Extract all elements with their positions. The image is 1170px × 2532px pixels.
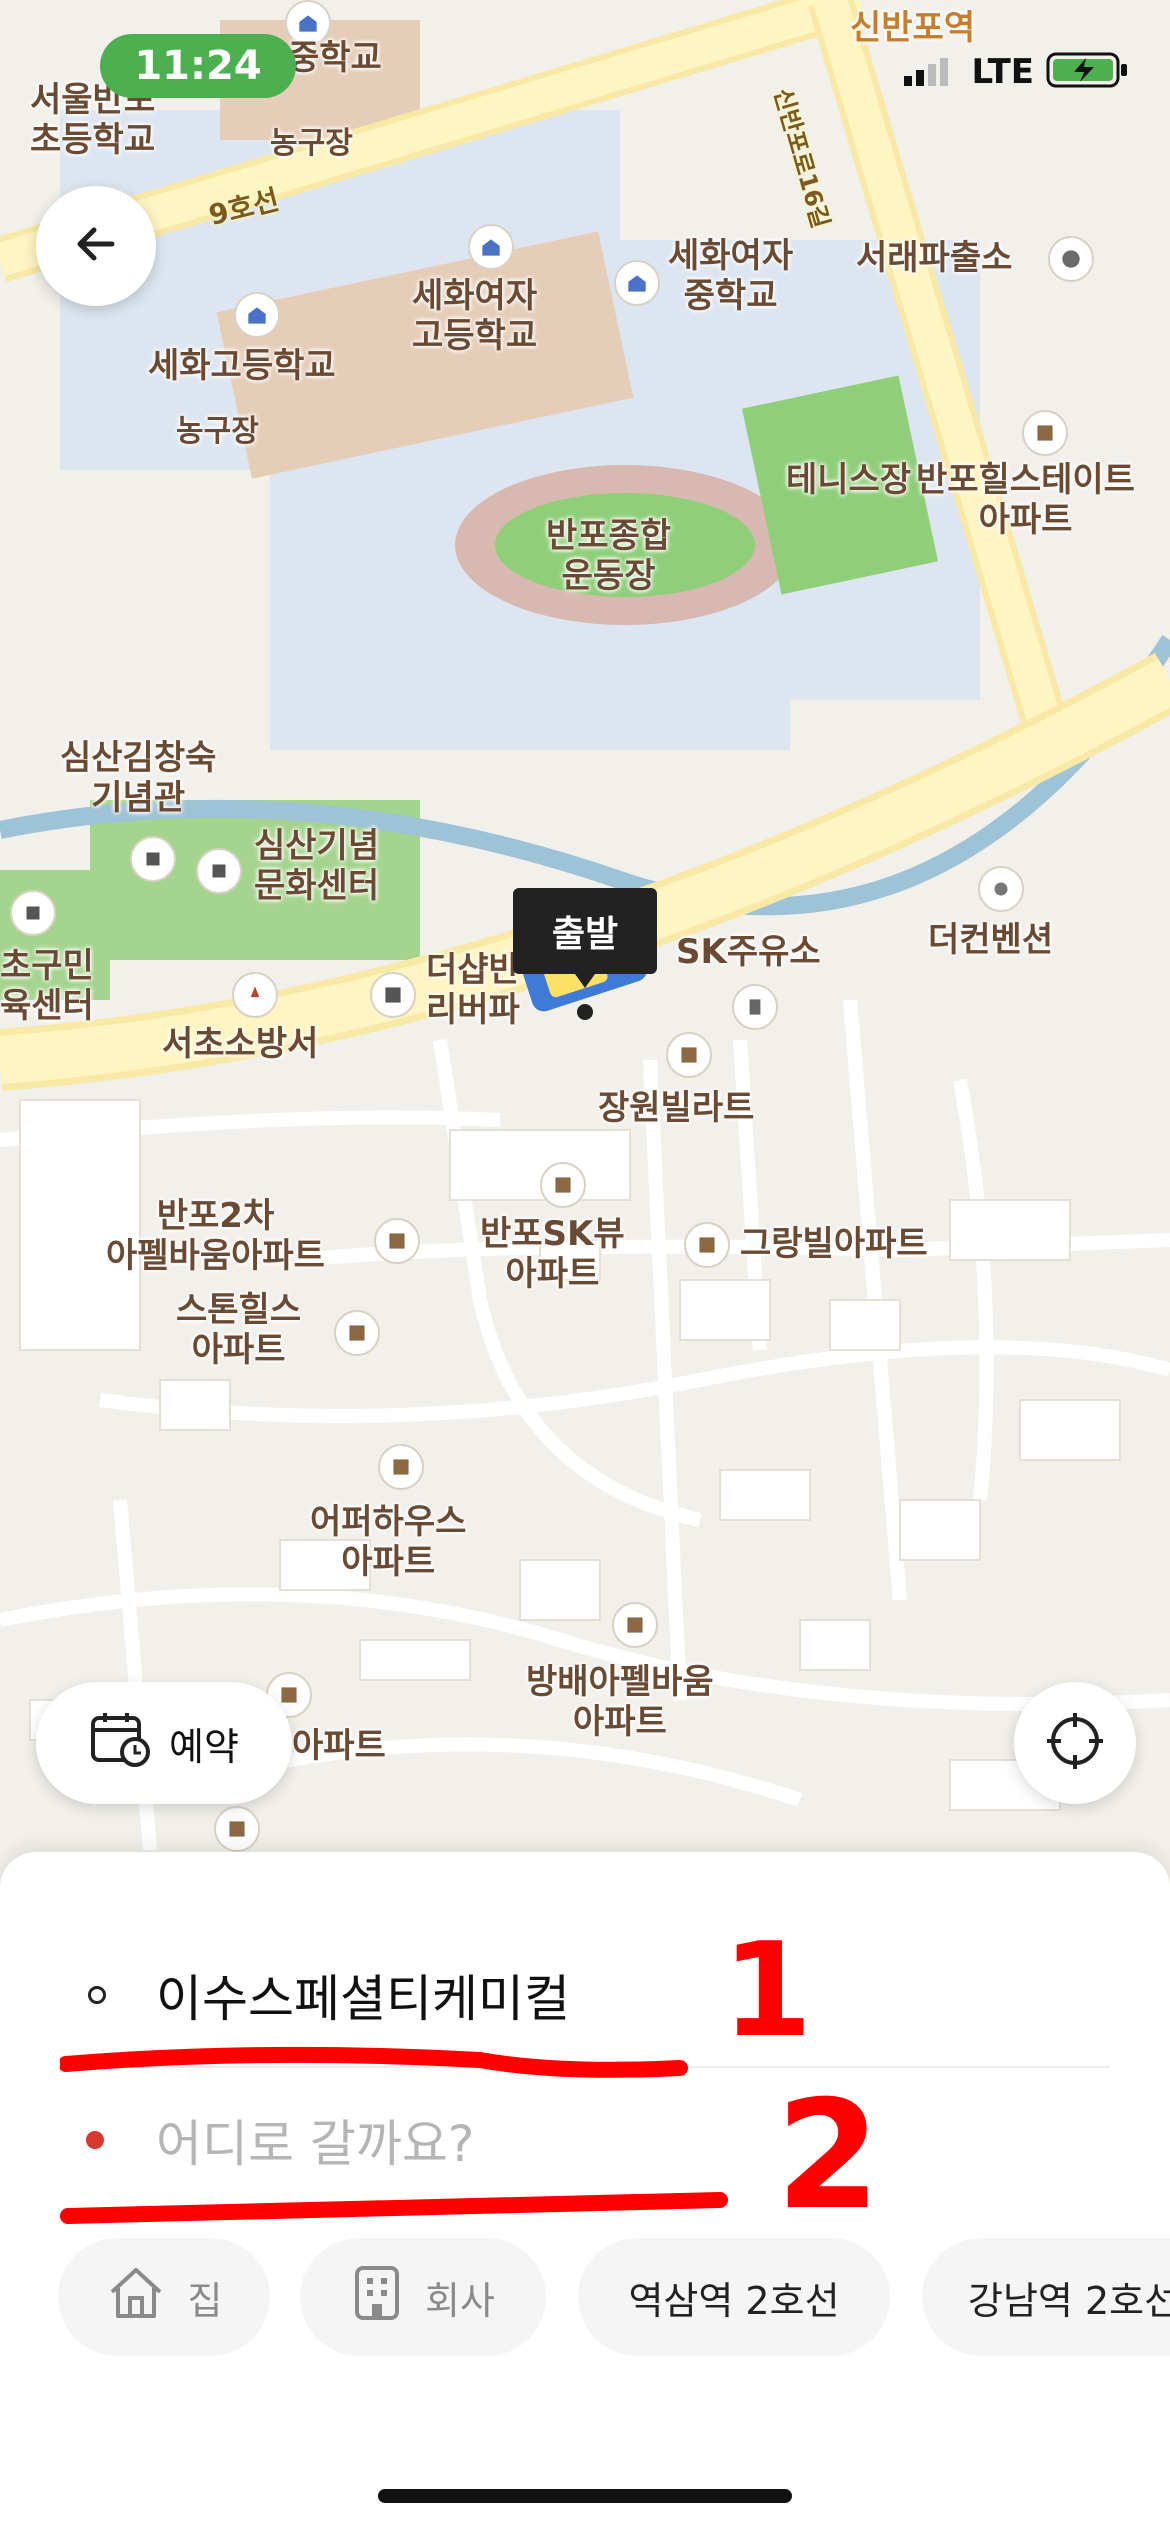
annotation-underline-origin — [60, 2046, 688, 2078]
departure-tag: 출발 — [513, 888, 657, 988]
map-label-the-shop: 더샵반 리버파 — [426, 950, 520, 1030]
network-type: LTE — [971, 52, 1034, 92]
apartment-icon — [378, 1444, 424, 1490]
shortcut-label: 역삼역 2호선 — [628, 2278, 840, 2323]
gas-station-icon — [732, 984, 778, 1030]
map-label-boys-high-school: 세화고등학교 — [148, 346, 336, 386]
annotation-underline-destination — [60, 2192, 728, 2224]
fire-station-icon — [232, 972, 278, 1018]
map-label-station: 신반포역 — [850, 8, 976, 48]
reserve-button[interactable]: 예약 — [36, 1682, 292, 1804]
shortcut-label: 강남역 2호선 — [968, 2278, 1170, 2323]
police-icon — [1048, 236, 1094, 282]
map-label-police: 서래파출소 — [856, 238, 1013, 278]
map-label-memorial: 심산김창숙 기념관 — [60, 738, 217, 818]
building-icon — [130, 836, 176, 882]
shortcut-label: 집 — [187, 2278, 223, 2323]
crosshair-icon — [1043, 1709, 1107, 1777]
map-label-hills-apartment: 반포힐스테이트 아파트 — [916, 460, 1135, 540]
shortcut-recent[interactable]: 역삼역 2호선 — [578, 2238, 890, 2356]
destination-field[interactable]: 어디로 갈까요? — [0, 2090, 1170, 2190]
map-label-school: 중학교 — [288, 38, 382, 78]
map-label-sk-gas: SK주유소 — [676, 932, 821, 972]
apartment-icon — [374, 1218, 420, 1264]
school-icon — [614, 260, 660, 306]
wedding-hall-icon — [978, 866, 1024, 912]
map-label-stonehills: 스톤힐스 아파트 — [176, 1290, 302, 1370]
shortcut-recent[interactable]: 강남역 2호선 — [922, 2238, 1170, 2356]
map-label-girls-middle-school: 세화여자 중학교 — [668, 236, 794, 316]
apartment-icon — [666, 1032, 712, 1078]
map-label-banpo-sk: 반포SK뷰 아파트 — [480, 1214, 625, 1294]
apartment-icon — [214, 1806, 260, 1852]
map-label-fire-station: 서초소방서 — [162, 1024, 319, 1064]
map-label-bangbae: 방배아펠바움 아파트 — [526, 1662, 714, 1742]
home-icon — [106, 2264, 166, 2331]
shortcut-work[interactable]: 회사 — [300, 2238, 546, 2356]
origin-field[interactable]: 이수스페셜티케미컬 — [0, 1945, 1170, 2045]
back-button[interactable] — [36, 186, 156, 306]
apartment-icon — [370, 972, 416, 1018]
status-time: 11:24 — [100, 34, 296, 98]
map-label-court: 농구장 — [270, 126, 353, 161]
apartment-icon — [684, 1222, 730, 1268]
apartment-icon — [612, 1602, 658, 1648]
home-indicator — [378, 2489, 792, 2503]
map-label-sports-center: 초구민 육센터 — [0, 946, 94, 1026]
building-icon — [10, 890, 56, 936]
map-label-apartment: 아파트 — [292, 1726, 386, 1766]
map-label-convention: 더컨벤션 — [928, 920, 1054, 960]
apartment-icon — [540, 1162, 586, 1208]
shortcut-label: 회사 — [425, 2278, 495, 2323]
school-icon — [468, 224, 514, 270]
building-icon — [351, 2264, 403, 2331]
map-label-grangvil: 그랑빌아파트 — [740, 1224, 928, 1264]
destination-dot-icon — [86, 2131, 104, 2149]
reserve-label: 예약 — [169, 1724, 239, 1769]
building-icon — [196, 848, 242, 894]
map-label-court: 농구장 — [176, 414, 259, 449]
annotation-number-1: 1 — [722, 1914, 813, 2066]
signal-icon — [903, 54, 960, 90]
map-label-culture-center: 심산기념 문화센터 — [254, 826, 380, 906]
map-label-banpo2: 반포2차 아펠바움아파트 — [106, 1196, 325, 1276]
shortcut-home[interactable]: 집 — [58, 2238, 270, 2356]
map-label-tennis: 테니스장 — [786, 460, 912, 500]
apartment-icon — [1022, 410, 1068, 456]
battery-charging-icon — [1046, 50, 1130, 94]
locate-button[interactable] — [1014, 1682, 1136, 1804]
arrow-left-icon — [68, 216, 124, 276]
origin-dot-icon — [88, 1986, 106, 2004]
status-bar-right: LTE — [903, 50, 1130, 94]
map-label-jangwon: 장원빌라트 — [598, 1088, 755, 1128]
destination-placeholder: 어디로 갈까요? — [156, 2115, 475, 2173]
calendar-clock-icon — [89, 1710, 151, 1777]
map-label-upperhouse: 어퍼하우스 아파트 — [310, 1502, 467, 1582]
apartment-icon — [334, 1310, 380, 1356]
school-icon — [234, 292, 280, 338]
origin-text: 이수스페셜티케미컬 — [156, 1970, 570, 2028]
map-label-stadium: 반포종합 운동장 — [546, 516, 672, 596]
annotation-number-2: 2 — [776, 2069, 881, 2243]
map-label-girls-high-school: 세화여자 고등학교 — [412, 276, 538, 356]
